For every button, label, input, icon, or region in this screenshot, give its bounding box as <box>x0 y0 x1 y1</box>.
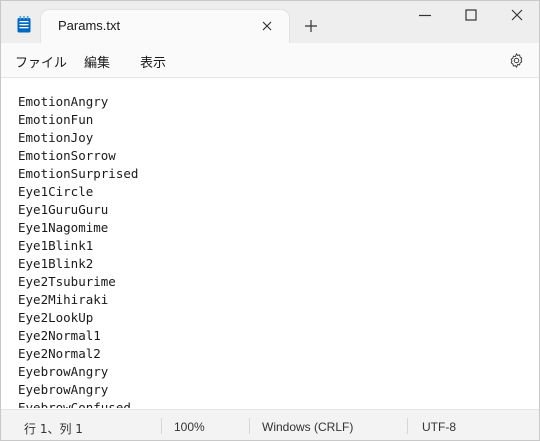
editor-lines: EmotionAngry EmotionFun EmotionJoy EmotionS… <box>18 93 138 408</box>
editor-line: Eye2Normal2 <box>18 346 101 361</box>
notepad-window: Params.txt ファイル 編集 表示 EmotionAngry Emotio… <box>0 0 540 441</box>
editor-line: Eye1Blink2 <box>18 256 94 271</box>
editor-line: Eye1Blink1 <box>18 238 94 253</box>
title-bar[interactable]: Params.txt <box>1 1 539 43</box>
menu-bar: ファイル 編集 表示 <box>1 43 539 78</box>
editor-line: EmotionFun <box>18 112 94 127</box>
editor-line: EyebrowAngry <box>18 364 109 379</box>
tab-title: Params.txt <box>58 18 121 33</box>
editor-line: EyebrowAngry <box>18 382 109 397</box>
encoding[interactable]: UTF-8 <box>422 420 456 434</box>
notepad-icon <box>17 16 31 33</box>
editor-line: EmotionSorrow <box>18 148 116 163</box>
new-tab-plus-icon[interactable] <box>303 18 319 34</box>
editor-line: Eye1Circle <box>18 184 94 199</box>
editor-line: EmotionAngry <box>18 94 109 109</box>
text-editor[interactable]: EmotionAngry EmotionFun EmotionJoy EmotionS… <box>1 78 539 408</box>
editor-line: Eye2Mihiraki <box>18 292 109 307</box>
menu-edit[interactable]: 編集 <box>84 52 110 71</box>
zoom-level[interactable]: 100% <box>174 420 205 434</box>
gear-icon[interactable] <box>508 52 525 69</box>
tab-close-icon[interactable] <box>259 18 275 34</box>
editor-line: EmotionJoy <box>18 130 94 145</box>
editor-line: EmotionSurprised <box>18 166 139 181</box>
window-close-icon[interactable] <box>509 7 525 23</box>
status-divider <box>407 418 408 434</box>
editor-line: Eye2LookUp <box>18 310 94 325</box>
editor-line: Eye2Tsuburime <box>18 274 116 289</box>
minimize-icon[interactable] <box>417 7 433 23</box>
editor-line: Eye1GuruGuru <box>18 202 109 217</box>
line-ending[interactable]: Windows (CRLF) <box>262 420 353 434</box>
status-divider <box>249 418 250 434</box>
status-bar: 行 1、列 1 100% Windows (CRLF) UTF-8 <box>1 409 539 440</box>
editor-line: EyebrowConfused <box>18 400 131 408</box>
status-divider <box>161 418 162 434</box>
editor-line: Eye1Nagomime <box>18 220 109 235</box>
editor-line: Eye2Normal1 <box>18 328 101 343</box>
maximize-icon[interactable] <box>463 7 479 23</box>
cursor-position: 行 1、列 1 <box>24 422 83 436</box>
menu-view[interactable]: 表示 <box>140 52 166 71</box>
tab-params-txt[interactable]: Params.txt <box>41 10 289 43</box>
menu-file[interactable]: ファイル <box>15 52 67 71</box>
